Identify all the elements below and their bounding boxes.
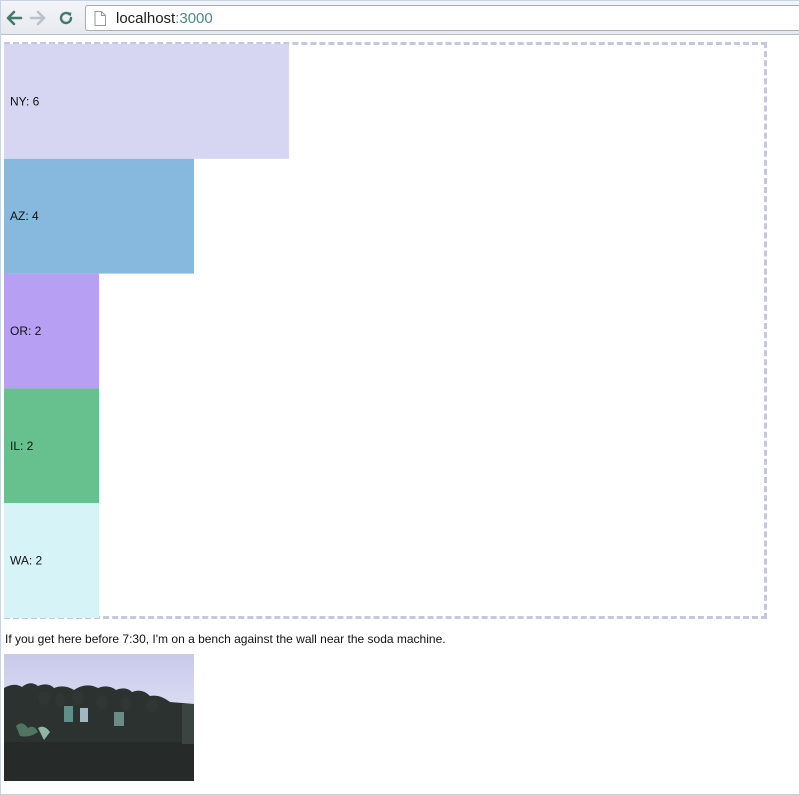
location-note: If you get here before 7:30, I'm on a be… xyxy=(5,632,446,646)
bar-label-wa: WA: 2 xyxy=(10,554,43,568)
bar-label-il: IL: 2 xyxy=(10,439,34,453)
browser-toolbar: localhost:3000 xyxy=(1,1,799,35)
address-bar[interactable]: localhost:3000 xyxy=(85,5,799,31)
page-content: NY: 6 AZ: 4 OR: 2 IL: 2 WA: 2 If you get her… xyxy=(1,36,799,794)
page-icon xyxy=(92,9,108,27)
bar-label-ny: NY: 6 xyxy=(10,94,40,108)
bar-label-or: OR: 2 xyxy=(10,324,42,338)
bar-ny xyxy=(4,44,289,159)
url-host: localhost xyxy=(116,9,176,27)
arrow-left-icon xyxy=(6,10,23,26)
group-photo xyxy=(4,654,194,781)
url-port: :3000 xyxy=(175,9,213,27)
bar-label-az: AZ: 4 xyxy=(10,209,39,223)
url-text: localhost:3000 xyxy=(116,10,213,27)
arrow-right-icon xyxy=(29,10,46,26)
back-button[interactable] xyxy=(3,7,25,29)
reload-icon xyxy=(59,11,73,25)
state-count-chart: NY: 6 AZ: 4 OR: 2 IL: 2 WA: 2 xyxy=(4,44,289,618)
forward-button[interactable] xyxy=(27,7,49,29)
browser-window: localhost:3000 NY: 6 AZ: 4 OR: 2 IL: 2 WA: 2… xyxy=(0,0,800,795)
reload-button[interactable] xyxy=(55,7,77,29)
